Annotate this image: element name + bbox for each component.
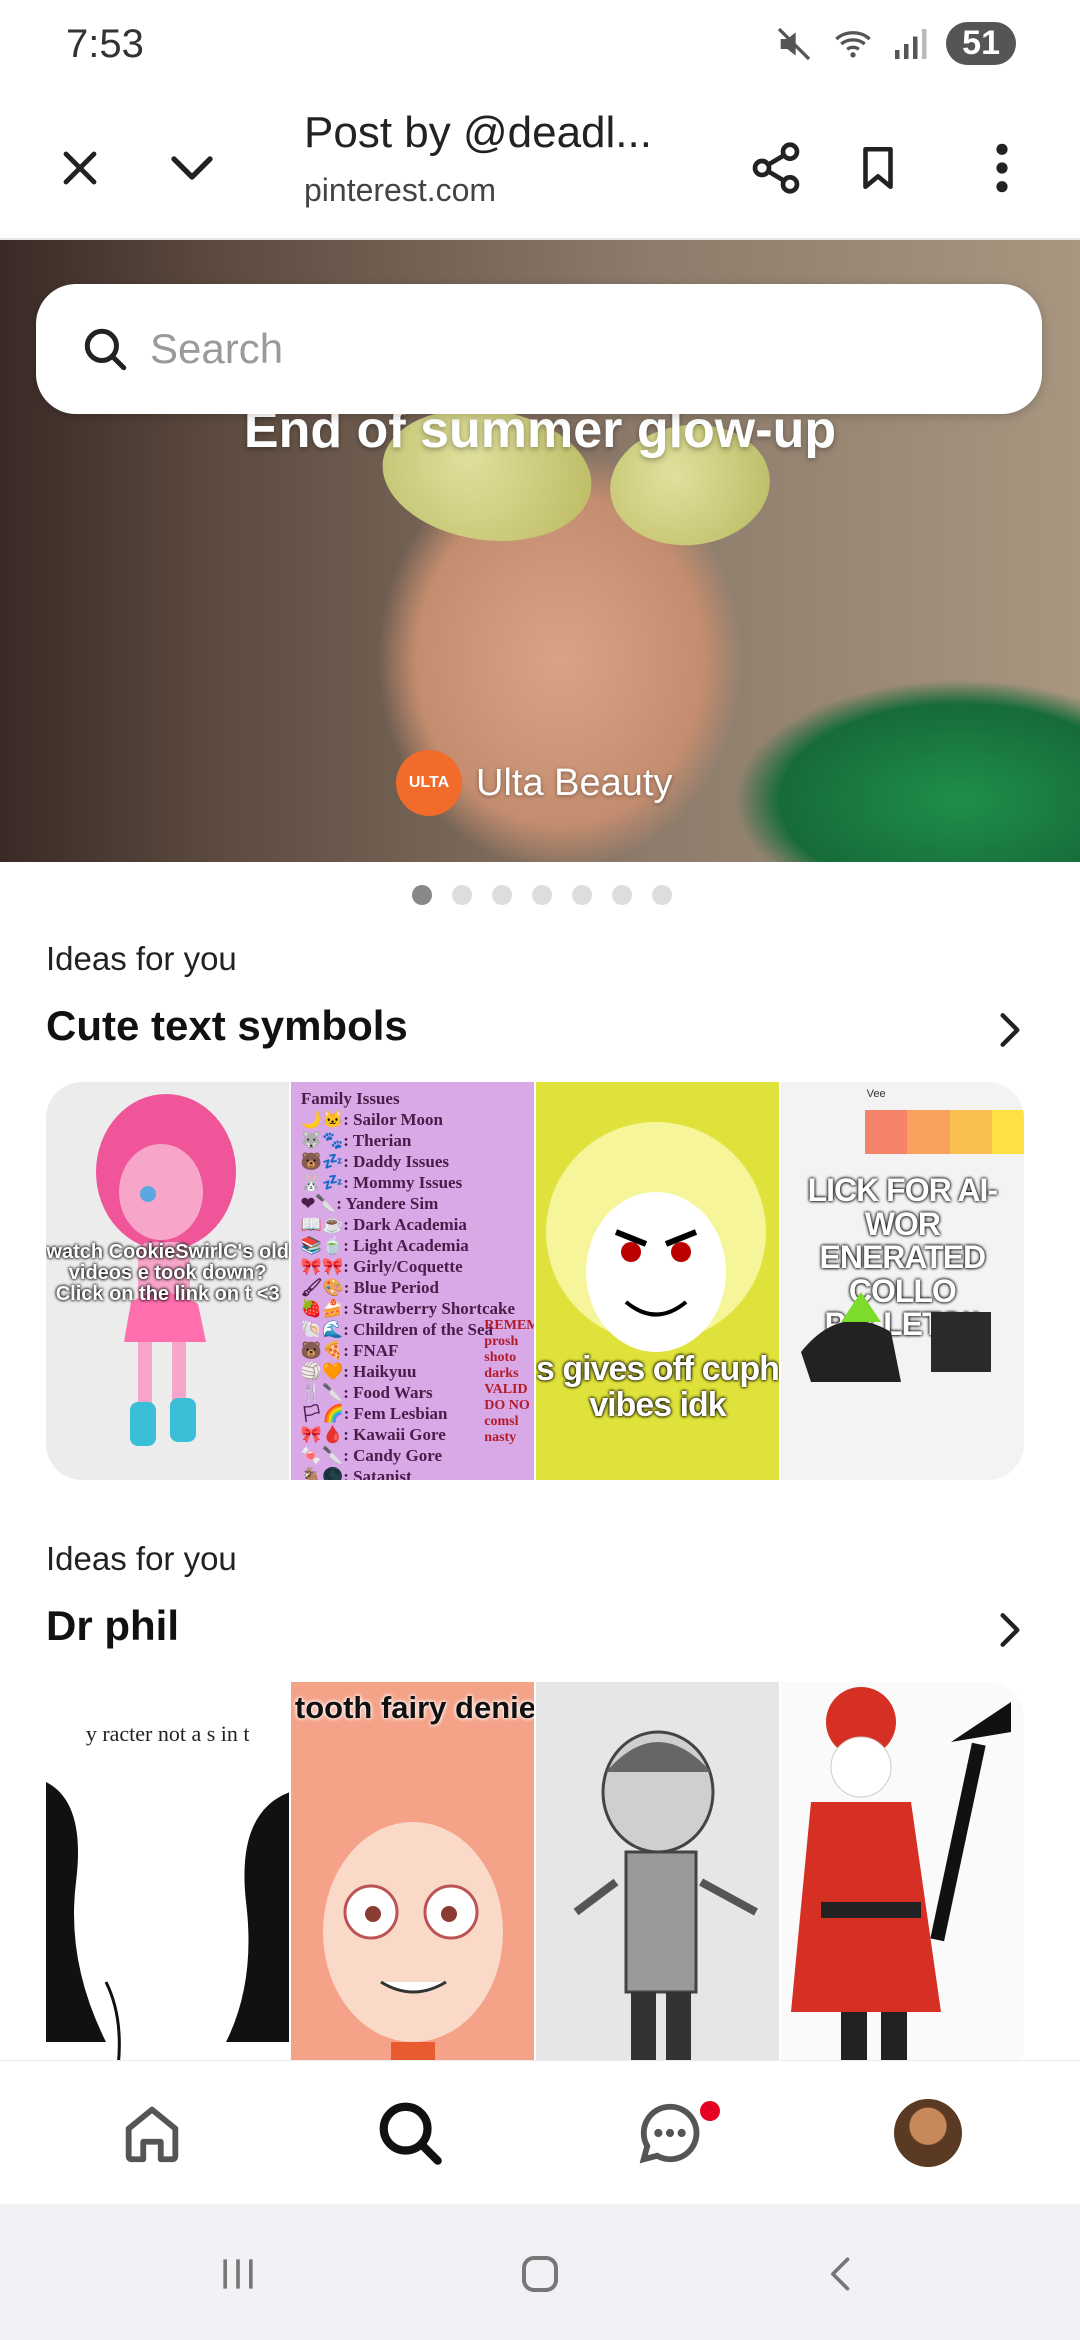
symbol-list-row: 🖌🎨: Blue Period	[300, 1278, 439, 1297]
sketch-illustration	[573, 1730, 758, 2082]
pin-tile[interactable]: watch CookieSwirlC's old videos e took d…	[46, 1082, 290, 1480]
section-kicker: Ideas for you	[46, 1540, 237, 1577]
symbol-list-row: 📖☕: Dark Academia	[300, 1215, 467, 1234]
status-time: 7:53	[66, 22, 144, 66]
color-swatches	[864, 1110, 1024, 1154]
pin-tile[interactable]	[780, 1682, 1024, 2082]
section-title[interactable]: Dr phil	[46, 1602, 179, 1650]
page-domain: pinterest.com	[304, 172, 497, 208]
close-icon[interactable]	[40, 128, 120, 208]
pin-tile[interactable]: tooth fairy deniers when you ask them we…	[290, 1682, 535, 2082]
mute-icon	[777, 27, 811, 60]
pin-caption: watch CookieSwirlC's old videos e took d…	[46, 1241, 289, 1305]
back-icon[interactable]	[812, 2248, 872, 2300]
brand-logo: ULTA	[396, 750, 462, 816]
symbol-list-row: 🐻💤: Daddy Issues	[300, 1152, 450, 1171]
pin-tile[interactable]: s gives off cuph vibes idk	[535, 1082, 780, 1480]
section-title[interactable]: Cute text symbols	[46, 1002, 408, 1050]
pin-tile[interactable]: Vee LICK FOR AI-WOR ENERATED COLLO PALLE…	[780, 1082, 1024, 1480]
system-nav-bar	[0, 2204, 1080, 2340]
section-kicker: Ideas for you	[46, 940, 237, 977]
pin-tile[interactable]: Family Issues 🌙🐱: Sailor Moon 🐺🐾: Therian 🐻…	[290, 1082, 535, 1480]
pin-caption: y racter not a s in t	[85, 1721, 250, 1746]
browser-toolbar: Post by @deadl... pinterest.com	[0, 88, 1080, 240]
pin-grid: watch CookieSwirlC's old videos e took d…	[46, 1082, 1024, 1480]
share-icon[interactable]	[736, 128, 816, 208]
character-illustration	[290, 1682, 535, 2082]
symbol-list-row: ❤🔪: Yandere Sim	[300, 1194, 439, 1213]
search-icon	[84, 328, 127, 371]
pager-dot[interactable]	[532, 885, 552, 905]
symbol-list-row: 🌙🐱: Sailor Moon	[300, 1110, 443, 1129]
search-icon[interactable]	[370, 2093, 450, 2173]
bookmark-icon[interactable]	[838, 128, 918, 208]
profile-avatar[interactable]	[888, 2093, 968, 2173]
chevron-right-icon[interactable]	[988, 1608, 1032, 1652]
status-bar: 7:53 51	[0, 0, 1080, 88]
avatar	[894, 2099, 962, 2167]
symbol-list-row: 📚🍵: Light Academia	[300, 1236, 469, 1255]
status-icons: 51	[774, 22, 1016, 65]
pin-tile[interactable]	[535, 1682, 780, 2082]
signal-icon	[895, 28, 927, 59]
search-input[interactable]	[148, 324, 952, 374]
pager-dot[interactable]	[652, 885, 672, 905]
symbol-list-row: Family Issues	[300, 1089, 400, 1108]
brand-tag[interactable]: ULTA Ulta Beauty	[396, 750, 672, 816]
notification-dot	[700, 2101, 720, 2121]
pager-dot[interactable]	[452, 885, 472, 905]
pin-header: Vee	[866, 1088, 886, 1100]
search-bar[interactable]	[36, 284, 1042, 414]
home-icon[interactable]	[112, 2093, 192, 2173]
pager-dot[interactable]	[612, 885, 632, 905]
pin-caption: s gives off cuph vibes idk	[536, 1350, 779, 1424]
chevron-right-icon[interactable]	[988, 1008, 1032, 1052]
pin-grid: y racter not a s in t tooth fairy denier…	[46, 1682, 1024, 2082]
recents-icon[interactable]	[208, 2248, 268, 2300]
santa-illustration	[790, 1687, 1011, 2082]
home-button-icon[interactable]	[510, 2248, 570, 2300]
symbol-list-row: 🐐🌑: Satanist	[300, 1467, 412, 1480]
symbol-list-row: 🐺🐾: Therian	[300, 1131, 412, 1150]
symbol-list-row: 🎀🎀: Girly/Coquette	[300, 1257, 463, 1276]
battery-icon: 51	[946, 22, 1016, 65]
symbol-list-side-note: REMEMBER prosh shoto darks VALID DO NO c…	[484, 1318, 535, 1445]
carousel-pager	[412, 885, 672, 905]
pin-caption: LICK FOR AI-WOR ENERATED COLLO PALLETS!!	[807, 1172, 998, 1343]
symbol-list-row: 🐰💤: Mommy Issues	[300, 1173, 463, 1192]
brand-name: Ulta Beauty	[476, 761, 673, 804]
pager-dot[interactable]	[492, 885, 512, 905]
messages-icon[interactable]	[630, 2093, 720, 2173]
pager-dot[interactable]	[412, 885, 432, 905]
bottom-nav	[0, 2060, 1080, 2205]
wifi-icon	[835, 30, 871, 57]
chevron-down-icon[interactable]	[152, 128, 232, 208]
symbol-list-row: 🍓🍰: Strawberry Shortcake	[300, 1299, 516, 1318]
symbol-list-row: 🍬🔪: Candy Gore	[300, 1446, 443, 1465]
pager-dot[interactable]	[572, 885, 592, 905]
pin-caption: tooth fairy deniers when you ask them we…	[294, 1690, 535, 1725]
more-icon[interactable]	[962, 128, 1042, 208]
page-title: Post by @deadl...	[304, 108, 652, 157]
pin-tile[interactable]: y racter not a s in t	[46, 1682, 290, 2082]
